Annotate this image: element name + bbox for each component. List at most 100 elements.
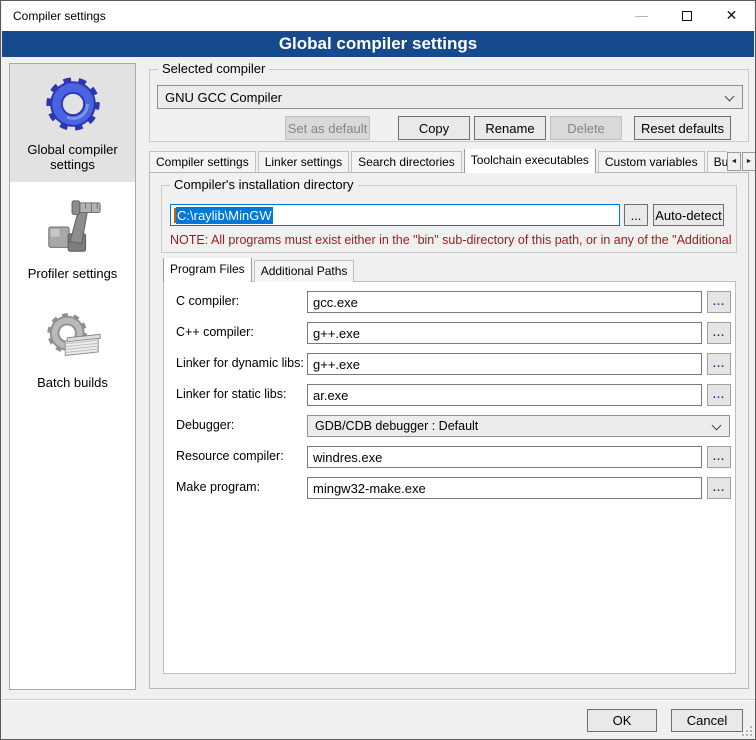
install-dir-input[interactable]: C:\raylib\MinGW [170, 204, 620, 226]
c-compiler-input[interactable]: gcc.exe [307, 291, 702, 313]
resize-grip[interactable] [740, 724, 752, 736]
tab-builc[interactable]: Builc [707, 151, 727, 173]
close-button[interactable]: ✕ [709, 1, 754, 30]
debugger-dropdown[interactable]: GDB/CDB debugger : Default [307, 415, 730, 437]
ok-button[interactable]: OK [587, 709, 657, 732]
set-as-default-button[interactable]: Set as default [285, 116, 370, 140]
tab-label: Builc [714, 155, 727, 169]
cancel-button-label: Cancel [687, 713, 727, 728]
installation-directory-group: Compiler's installation directory C:\ray… [161, 185, 737, 253]
program-row: Make program: mingw32-make.exe... [164, 477, 735, 499]
program-row: C++ compiler: g++.exe... [164, 322, 735, 344]
tab-label: Additional Paths [261, 264, 348, 278]
selected-compiler-dropdown[interactable]: GNU GCC Compiler [157, 85, 743, 109]
tab-toolchain-executables[interactable]: Toolchain executables [464, 149, 596, 173]
program-tab-strip: Program Files Additional Paths [163, 258, 723, 282]
compiler-action-button-label: Reset defaults [641, 121, 724, 136]
tab-label: Compiler settings [156, 155, 249, 169]
dialog-banner: Global compiler settings [2, 31, 754, 57]
note-text: NOTE: All programs must exist either in … [170, 233, 732, 247]
tab-scroll-right-button[interactable]: ► [742, 152, 756, 171]
sidebar-item-label: Batch builds [37, 375, 108, 390]
c++-compiler-input[interactable]: g++.exe [307, 322, 702, 344]
reset-defaults-button[interactable]: Reset defaults [634, 116, 731, 140]
c++-compiler-value: g++.exe [313, 326, 360, 341]
sidebar-item-profiler-settings[interactable]: Profiler settings [10, 188, 135, 291]
subtab-program-files[interactable]: Program Files [163, 258, 252, 282]
gear-blue-icon [42, 73, 104, 135]
auto-detect-button[interactable]: Auto-detect [653, 204, 724, 226]
chevron-down-icon [725, 92, 735, 102]
settings-category-list: Global compiler settings Profiler settin… [9, 63, 136, 690]
tab-linker-settings[interactable]: Linker settings [258, 151, 349, 173]
copy-button[interactable]: Copy [398, 116, 470, 140]
title-bar[interactable]: Compiler settings — ✕ [2, 1, 754, 31]
close-icon: ✕ [726, 7, 738, 24]
debugger-value: GDB/CDB debugger : Default [315, 419, 478, 433]
program-row: Linker for dynamic libs: g++.exe... [164, 353, 735, 375]
installation-directory-group-label: Compiler's installation directory [170, 177, 358, 192]
tab-compiler-settings[interactable]: Compiler settings [149, 151, 256, 173]
program-row-label: C compiler: [176, 294, 239, 308]
tab-label: Toolchain executables [471, 153, 589, 167]
footer-separator [2, 699, 754, 701]
linker-for-static-libs-browse-button[interactable]: ... [707, 384, 731, 406]
resource-compiler-value: windres.exe [313, 450, 382, 465]
c-compiler-value: gcc.exe [313, 295, 358, 310]
arrow-left-icon: ◄ [731, 158, 738, 165]
make-program-browse-button[interactable]: ... [707, 477, 731, 499]
resource-compiler-input[interactable]: windres.exe [307, 446, 702, 468]
program-row: Linker for static libs: ar.exe... [164, 384, 735, 406]
tab-custom-variables[interactable]: Custom variables [598, 151, 705, 173]
chevron-down-icon [712, 421, 722, 431]
program-row-label: Linker for dynamic libs: [176, 356, 304, 370]
c++-compiler-browse-button[interactable]: ... [707, 322, 731, 344]
compiler-action-button-label: Rename [485, 121, 534, 136]
selected-compiler-value: GNU GCC Compiler [165, 90, 282, 105]
rename-button[interactable]: Rename [474, 116, 546, 140]
compiler-action-button-label: Delete [567, 121, 605, 136]
program-row-label: Debugger: [176, 418, 234, 432]
c-compiler-browse-button[interactable]: ... [707, 291, 731, 313]
program-row-label: C++ compiler: [176, 325, 254, 339]
make-program-input[interactable]: mingw32-make.exe [307, 477, 702, 499]
sidebar-item-label: Global compiler settings [14, 142, 131, 172]
delete-button[interactable]: Delete [550, 116, 622, 140]
tab-scroll-left-button[interactable]: ◄ [727, 152, 741, 171]
sidebar-item-batch-builds[interactable]: Batch builds [10, 297, 135, 400]
program-row-label: Make program: [176, 480, 260, 494]
linker-for-dynamic-libs-browse-button[interactable]: ... [707, 353, 731, 375]
linker-for-static-libs-input[interactable]: ar.exe [307, 384, 702, 406]
sidebar-item-icon-slot [41, 305, 105, 369]
compiler-action-button-label: Copy [419, 121, 449, 136]
ok-button-label: OK [613, 713, 632, 728]
program-row: C compiler: gcc.exe... [164, 291, 735, 313]
install-dir-value: C:\raylib\MinGW [176, 207, 273, 224]
maximize-icon [682, 11, 692, 21]
tab-scroll-arrows: ◄ ► [727, 152, 756, 171]
minimize-icon: — [635, 8, 648, 23]
sidebar-item-icon-slot [41, 72, 105, 136]
resource-compiler-browse-button[interactable]: ... [707, 446, 731, 468]
tab-label: Linker settings [265, 155, 342, 169]
compiler-action-button-label: Set as default [288, 121, 368, 136]
sidebar-item-icon-slot [41, 196, 105, 260]
selected-compiler-group-label: Selected compiler [158, 61, 269, 76]
batch-builds-icon [42, 306, 104, 368]
program-files-panel: C compiler: gcc.exe... C++ compiler: g++… [163, 281, 736, 674]
install-dir-browse-button[interactable]: ... [624, 204, 648, 226]
sidebar-item-label: Profiler settings [28, 266, 118, 281]
program-row-label: Resource compiler: [176, 449, 284, 463]
minimize-button[interactable]: — [619, 1, 664, 30]
selected-compiler-group: Selected compiler GNU GCC Compiler Set a… [149, 69, 749, 142]
maximize-button[interactable] [664, 1, 709, 30]
make-program-value: mingw32-make.exe [313, 481, 426, 496]
tab-search-directories[interactable]: Search directories [351, 151, 462, 173]
subtab-additional-paths[interactable]: Additional Paths [254, 260, 355, 282]
banner-title: Global compiler settings [279, 34, 477, 54]
cancel-button[interactable]: Cancel [671, 709, 743, 732]
main-tab-strip: Compiler settings Linker settings Search d… [149, 149, 727, 173]
linker-for-dynamic-libs-input[interactable]: g++.exe [307, 353, 702, 375]
program-row: Debugger: GDB/CDB debugger : Default [164, 415, 735, 437]
sidebar-item-global-compiler-settings[interactable]: Global compiler settings [10, 64, 135, 182]
